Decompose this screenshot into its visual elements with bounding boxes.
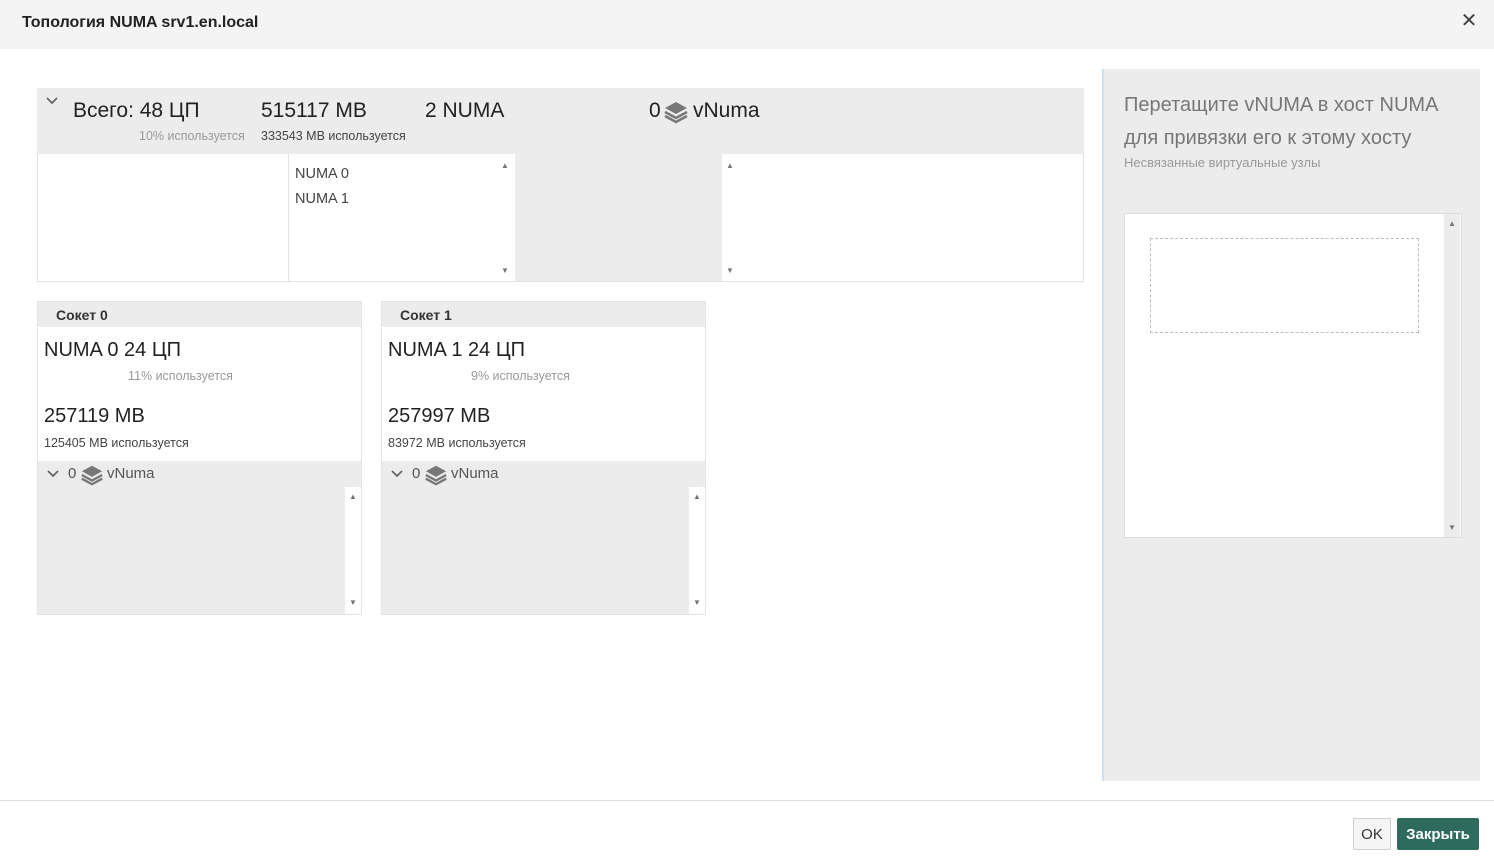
footer-divider	[0, 800, 1494, 801]
socket-title: Сокет 0	[56, 307, 108, 323]
socket-card-0: Сокет 0 NUMA 0 24 ЦП 11% используется 25…	[37, 301, 362, 615]
vnuma-label: vNuma	[693, 99, 760, 122]
chevron-down-icon[interactable]	[45, 94, 59, 108]
arrow-down-icon[interactable]: ▼	[722, 267, 738, 275]
cpu-total: Всего: 48 ЦП	[73, 99, 200, 122]
socket-vnuma-scrollbar[interactable]: ▲ ▼	[689, 487, 705, 614]
numa-cpu: NUMA 1 24 ЦП	[388, 339, 525, 361]
arrow-down-icon[interactable]: ▼	[345, 599, 361, 607]
arrow-up-icon[interactable]: ▲	[345, 493, 361, 501]
arrow-down-icon[interactable]: ▼	[689, 599, 705, 607]
numa-cpu-usage: 11% используется	[128, 369, 233, 383]
arrow-up-icon[interactable]: ▲	[722, 162, 738, 170]
vnuma-label: vNuma	[107, 465, 155, 482]
dialog-title: Топология NUMA srv1.en.local	[22, 14, 259, 31]
close-icon[interactable]: ✕	[1458, 9, 1480, 33]
numa-list[interactable]: NUMA 0 NUMA 1 ▲ ▼	[289, 154, 512, 281]
numa-list-scrollbar[interactable]: ▲ ▼	[497, 154, 513, 281]
socket-header: Сокет 0	[38, 302, 361, 327]
vnuma-list[interactable]: ▲ ▼	[515, 154, 738, 281]
chevron-down-icon[interactable]	[46, 467, 60, 481]
vnuma-list-scrollbar[interactable]: ▲ ▼	[722, 154, 738, 281]
numa-memory: 257997 MB	[388, 405, 491, 427]
numa-cpu-usage: 9% используется	[471, 369, 570, 383]
memory-usage: 333543 MB используется	[261, 129, 406, 143]
arrow-down-icon[interactable]: ▼	[497, 267, 513, 275]
arrow-up-icon[interactable]: ▲	[689, 493, 705, 501]
socket-title: Сокет 1	[400, 307, 452, 323]
close-button[interactable]: Закрыть	[1397, 818, 1479, 850]
layers-icon	[425, 465, 447, 486]
cpu-usage: 10% используется	[139, 129, 245, 143]
arrow-down-icon[interactable]: ▼	[1444, 524, 1460, 532]
vnuma-count: 0	[68, 465, 77, 482]
unbound-vnuma-panel: Перетащите vNUMA в хост NUMA для привязк…	[1102, 69, 1480, 781]
socket-vnuma-area[interactable]: 0 vNuma ▲ ▼	[382, 461, 705, 614]
unbound-nodes-label: Несвязанные виртуальные узлы	[1124, 155, 1321, 170]
numa-memory-usage: 125405 MB используется	[44, 436, 189, 450]
host-summary: Всего: 48 ЦП 10% используется 515117 MB …	[37, 88, 1084, 154]
unbound-nodes-list[interactable]: ▲ ▼	[1124, 213, 1462, 538]
drop-zone[interactable]	[1150, 238, 1419, 333]
socket-header: Сокет 1	[382, 302, 705, 327]
numa-memory: 257119 MB	[44, 405, 145, 427]
drop-instructions: Перетащите vNUMA в хост NUMA для привязк…	[1124, 94, 1438, 149]
layers-icon	[664, 102, 688, 124]
layers-icon	[81, 465, 103, 486]
arrow-up-icon[interactable]: ▲	[497, 162, 513, 170]
arrow-up-icon[interactable]: ▲	[1444, 220, 1460, 228]
ok-button[interactable]: OK	[1353, 818, 1391, 850]
vnuma-count: 0	[412, 465, 421, 482]
numa-cpu: NUMA 0 24 ЦП	[44, 339, 181, 361]
chevron-down-icon[interactable]	[390, 467, 404, 481]
summary-lists: NUMA 0 NUMA 1 ▲ ▼ ▲ ▼	[37, 154, 1084, 282]
numa-list-item-0[interactable]: NUMA 0	[295, 166, 349, 182]
socket-vnuma-area[interactable]: 0 vNuma ▲ ▼	[38, 461, 361, 614]
numa-memory-usage: 83972 MB используется	[388, 436, 526, 450]
numa-count: 2 NUMA	[425, 99, 505, 122]
memory-total: 515117 MB	[261, 99, 367, 122]
vnuma-label: vNuma	[451, 465, 499, 482]
socket-vnuma-scrollbar[interactable]: ▲ ▼	[345, 487, 361, 614]
socket-card-1: Сокет 1 NUMA 1 24 ЦП 9% используется 257…	[381, 301, 706, 615]
unbound-list-scrollbar[interactable]: ▲ ▼	[1444, 214, 1460, 537]
vnuma-count: 0	[649, 99, 661, 122]
numa-list-item-1[interactable]: NUMA 1	[295, 191, 349, 207]
